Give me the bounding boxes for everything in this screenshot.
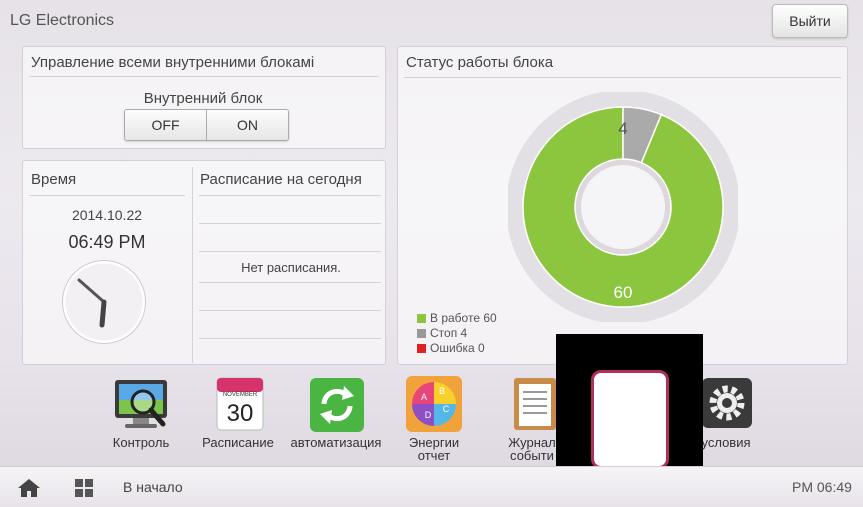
pie-chart-icon: A B C D bbox=[404, 374, 464, 434]
divider bbox=[29, 76, 379, 77]
schedule-row-line bbox=[199, 282, 381, 283]
status-title: Статус работы блока bbox=[406, 54, 554, 71]
pie-letter: C bbox=[443, 404, 450, 414]
home-link[interactable]: В начало bbox=[123, 479, 183, 495]
pie-letter: B bbox=[439, 386, 445, 396]
current-date: 2014.10.22 bbox=[71, 207, 143, 223]
monitor-magnifier-icon bbox=[111, 374, 171, 434]
off-button[interactable]: OFF bbox=[125, 110, 206, 140]
dock-label: Контроль bbox=[112, 435, 170, 450]
legend-working: В работе 60 bbox=[417, 311, 497, 326]
schedule-row-line bbox=[199, 223, 381, 224]
legend-stop: Стоп 4 bbox=[417, 326, 497, 341]
working-swatch bbox=[417, 314, 426, 323]
bottom-bar: В начало PM 06:49 bbox=[0, 466, 863, 507]
stop-value: 4 bbox=[618, 119, 627, 138]
legend-error: Ошибка 0 bbox=[417, 341, 497, 356]
grid-icon[interactable] bbox=[75, 479, 93, 497]
status-donut-chart: 4 60 bbox=[508, 92, 738, 322]
divider bbox=[192, 167, 193, 363]
schedule-row-line bbox=[199, 195, 381, 196]
stop-swatch bbox=[417, 329, 426, 338]
analog-clock-icon bbox=[62, 260, 146, 344]
calendar-month: NOVEMBER bbox=[223, 392, 258, 398]
no-schedule-text: Нет расписания. bbox=[241, 260, 341, 275]
refresh-arrows-icon bbox=[306, 374, 366, 434]
status-time: PM 06:49 bbox=[792, 479, 852, 495]
calendar-icon: NOVEMBER 30 bbox=[208, 374, 268, 434]
legend-label: В работе 60 bbox=[430, 311, 497, 325]
dock-label: Энергии отчет bbox=[408, 435, 460, 463]
top-bar: LG Electronics Выйти bbox=[0, 0, 863, 44]
power-toggle: OFF ON bbox=[124, 109, 289, 141]
dock-label: автоматизация bbox=[290, 435, 382, 450]
error-swatch bbox=[417, 344, 426, 353]
clipboard-icon bbox=[502, 374, 562, 434]
logout-button[interactable]: Выйти bbox=[772, 4, 848, 38]
home-icon[interactable] bbox=[17, 478, 41, 498]
dock-label: Расписание bbox=[202, 435, 274, 450]
legend-label: Ошибка 0 bbox=[430, 341, 485, 355]
calendar-day: 30 bbox=[227, 400, 254, 427]
app-title: LG Electronics bbox=[10, 12, 115, 29]
on-button[interactable]: ON bbox=[206, 110, 288, 140]
dock-schedule-button[interactable]: NOVEMBER 30 Расписание bbox=[192, 374, 284, 449]
schedule-title: Расписание на сегодня bbox=[200, 171, 362, 188]
divider bbox=[29, 195, 185, 196]
panel-title: Управление всеми внутренними блокамі bbox=[31, 54, 315, 71]
pie-letter: A bbox=[421, 392, 427, 402]
indoor-unit-label: Внутренний блок bbox=[143, 90, 263, 107]
schedule-row-line bbox=[199, 338, 381, 339]
legend-label: Стоп 4 bbox=[430, 326, 468, 340]
schedule-row-line bbox=[199, 251, 381, 252]
time-schedule-panel: Время Расписание на сегодня 2014.10.22 0… bbox=[22, 160, 386, 365]
dock-automation-button[interactable]: автоматизация bbox=[290, 374, 382, 449]
working-value: 60 bbox=[614, 283, 633, 302]
dock-energy-report-button[interactable]: A B C D Энергии отчет bbox=[388, 374, 480, 462]
unit-status-panel: Статус работы блока 4 60 В работе 60 Сто… bbox=[397, 46, 848, 365]
status-legend: В работе 60 Стоп 4 Ошибка 0 bbox=[417, 311, 497, 356]
control-all-units-panel: Управление всеми внутренними блокамі Вну… bbox=[22, 46, 386, 149]
dock-control-button[interactable]: Контроль bbox=[95, 374, 187, 449]
schedule-row-line bbox=[199, 310, 381, 311]
divider bbox=[404, 77, 841, 78]
pie-letter: D bbox=[425, 410, 432, 420]
current-time: 06:49 PM bbox=[68, 232, 146, 252]
gear-icon bbox=[696, 374, 756, 434]
time-title: Время bbox=[31, 171, 77, 188]
redacted-card bbox=[591, 370, 669, 469]
